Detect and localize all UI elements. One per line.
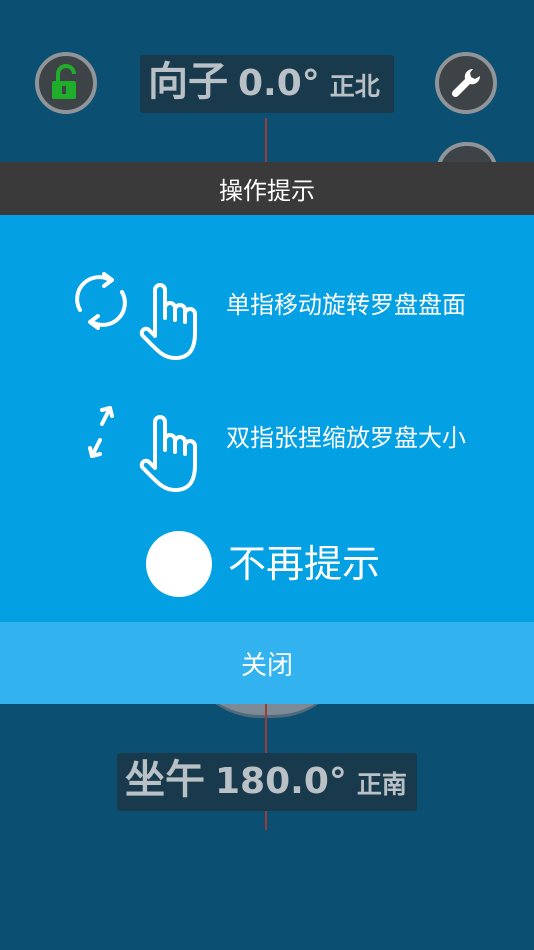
unlock-icon: [52, 64, 76, 99]
hand-pointer-icon: [139, 415, 197, 492]
no-remind-radio[interactable]: [146, 531, 212, 597]
close-button[interactable]: 关闭: [0, 622, 534, 704]
tip-rotate-text: 单指移动旋转罗盘盘面: [226, 291, 466, 319]
settings-button[interactable]: [435, 52, 497, 114]
wrench-icon: [451, 68, 481, 98]
sitting-direction: 正南: [356, 770, 407, 799]
tip-pinch-text: 双指张捏缩放罗盘大小: [226, 424, 466, 452]
no-remind-label[interactable]: 不再提示: [228, 536, 380, 592]
sitting-reading: 坐午 180.0° 正南: [117, 753, 417, 811]
heading-direction: 正北: [329, 72, 380, 101]
lock-button[interactable]: [35, 52, 97, 114]
hand-pointer-icon: [139, 283, 197, 360]
rotate-icon: [75, 272, 127, 330]
modal-title: 操作提示: [0, 162, 534, 215]
heading-label: 向子: [148, 59, 228, 105]
sitting-angle: 180.0°: [215, 761, 347, 802]
sitting-label: 坐午: [125, 757, 205, 803]
pinch-zoom-icon: [88, 406, 114, 458]
heading-reading: 向子 0.0° 正北: [140, 55, 394, 113]
heading-angle: 0.0°: [238, 63, 320, 104]
compass-needle-top: [265, 118, 267, 168]
